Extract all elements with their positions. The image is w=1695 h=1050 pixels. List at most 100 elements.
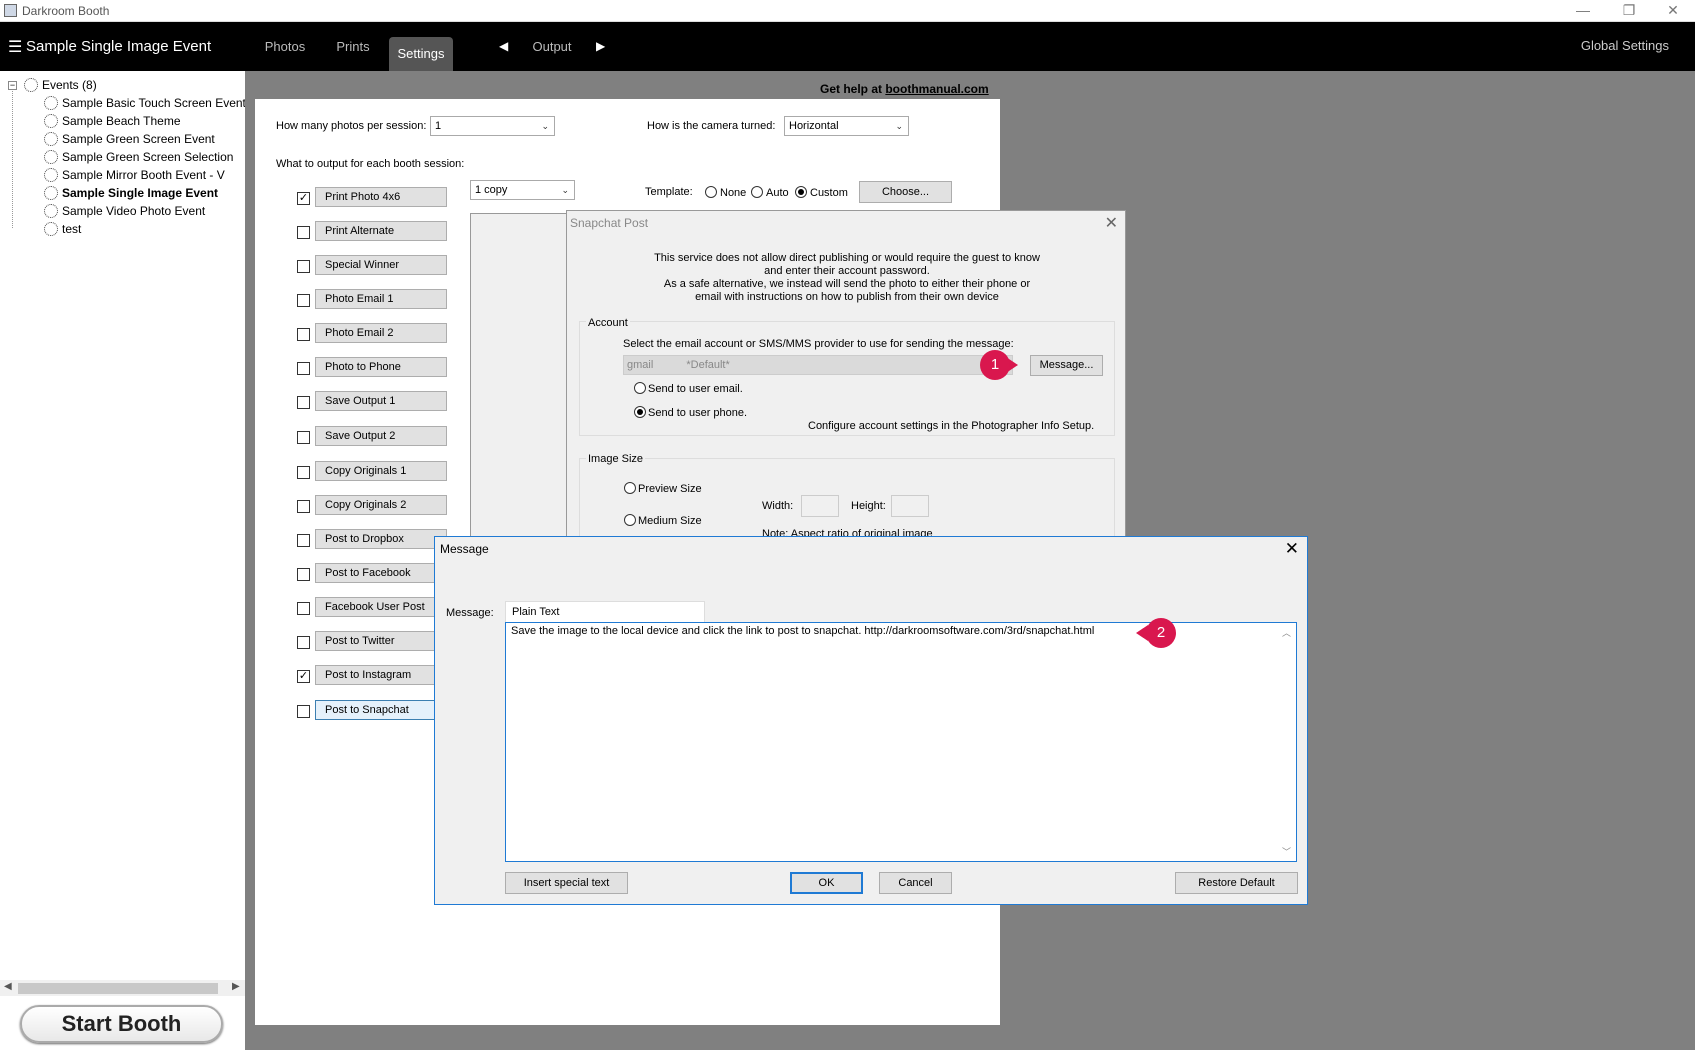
output-settings-button[interactable]: Photo to Phone (315, 357, 447, 377)
account-group-title: Account (586, 317, 630, 329)
template-auto-radio[interactable] (751, 186, 763, 198)
output-settings-button[interactable]: Post to Twitter (315, 631, 447, 651)
medium-size-radio[interactable] (624, 514, 636, 526)
tree-item[interactable]: test (44, 220, 81, 238)
tree-item[interactable]: Sample Green Screen Event (44, 130, 215, 148)
camera-turned-select[interactable]: Horizontal ⌄ (784, 116, 909, 136)
message-button[interactable]: Message... (1030, 355, 1103, 376)
copies-select[interactable]: 1 copy ⌄ (470, 180, 575, 200)
output-settings-button[interactable]: Print Alternate (315, 221, 447, 241)
textarea-scrollbar[interactable]: ︿ ﹀ (1279, 624, 1295, 860)
preview-size-radio[interactable] (624, 482, 636, 494)
restore-default-button[interactable]: Restore Default (1175, 872, 1298, 894)
next-arrow-icon[interactable]: ▶ (596, 39, 605, 53)
restore-icon[interactable]: ❐ (1606, 0, 1652, 22)
scroll-left-icon[interactable]: ◀ (4, 981, 12, 992)
height-label: Height: (851, 500, 886, 512)
output-checkbox[interactable] (297, 294, 310, 307)
output-settings-button[interactable]: Post to Facebook (315, 563, 447, 583)
tab-settings[interactable]: Settings (389, 37, 453, 71)
output-checkbox[interactable] (297, 534, 310, 547)
output-settings-button[interactable]: Post to Instagram (315, 665, 447, 685)
output-checkbox[interactable]: ✓ (297, 670, 310, 683)
output-settings-button[interactable]: Post to Snapchat (315, 700, 447, 720)
output-settings-button[interactable]: Photo Email 2 (315, 323, 447, 343)
tree-collapse-icon[interactable]: − (8, 81, 17, 90)
output-checkbox[interactable] (297, 568, 310, 581)
tree-item[interactable]: Sample Video Photo Event (44, 202, 205, 220)
global-settings-link[interactable]: Global Settings (1581, 38, 1669, 53)
format-tab-plain-text[interactable]: Plain Text (505, 601, 705, 622)
tree-root-events[interactable]: Events (8) (24, 76, 97, 94)
tree-item[interactable]: Sample Beach Theme (44, 112, 181, 130)
output-settings-button[interactable]: Save Output 1 (315, 391, 447, 411)
start-booth-button[interactable]: Start Booth (20, 1005, 223, 1043)
window-title: Darkroom Booth (22, 4, 110, 18)
output-settings-button[interactable]: Facebook User Post (315, 597, 447, 617)
cancel-button[interactable]: Cancel (879, 872, 952, 894)
output-checkbox[interactable]: ✓ (297, 192, 310, 205)
send-phone-radio[interactable] (634, 406, 646, 418)
help-link[interactable]: boothmanual.com (885, 82, 988, 96)
output-settings-button[interactable]: Print Photo 4x6 (315, 187, 447, 207)
copies-value: 1 copy (475, 184, 508, 196)
intro-line: email with instructions on how to publis… (695, 291, 999, 303)
output-settings-button[interactable]: Special Winner (315, 255, 447, 275)
scroll-right-icon[interactable]: ▶ (232, 981, 240, 992)
event-icon (44, 132, 58, 146)
send-phone-label: Send to user phone. (648, 407, 748, 419)
output-checkbox[interactable] (297, 466, 310, 479)
send-email-label: Send to user email. (648, 383, 743, 395)
tab-photos[interactable]: Photos (260, 22, 310, 71)
close-icon[interactable]: ✕ (1105, 213, 1118, 233)
ok-button[interactable]: OK (790, 872, 863, 894)
minimize-icon[interactable]: — (1560, 0, 1606, 22)
provider-select[interactable]: gmail *Default* (623, 355, 1013, 375)
output-checkbox[interactable] (297, 396, 310, 409)
choose-template-button[interactable]: Choose... (859, 181, 952, 203)
tab-prints[interactable]: Prints (328, 22, 378, 71)
output-checkbox[interactable] (297, 705, 310, 718)
hamburger-menu-icon[interactable]: ☰ (8, 40, 22, 56)
height-field[interactable] (891, 495, 929, 517)
message-textarea[interactable]: Save the image to the local device and c… (505, 622, 1297, 862)
dialog-title: Message (440, 542, 489, 556)
send-email-radio[interactable] (634, 382, 646, 394)
prev-arrow-icon[interactable]: ◀ (499, 39, 508, 53)
intro-line: This service does not allow direct publi… (654, 252, 1040, 264)
output-checkbox[interactable] (297, 260, 310, 273)
scroll-down-icon[interactable]: ﹀ (1282, 845, 1291, 858)
chevron-down-icon: ⌄ (541, 121, 549, 131)
output-checkbox[interactable] (297, 500, 310, 513)
tree-item-label: Sample Beach Theme (62, 114, 181, 128)
output-checkbox[interactable] (297, 328, 310, 341)
tab-output[interactable]: Output (525, 22, 579, 71)
template-custom-radio[interactable] (795, 186, 807, 198)
output-checkbox[interactable] (297, 431, 310, 444)
close-icon[interactable]: ✕ (1285, 539, 1299, 559)
output-checkbox[interactable] (297, 602, 310, 615)
photos-per-session-label: How many photos per session: (276, 120, 427, 132)
output-settings-button[interactable]: Copy Originals 1 (315, 461, 447, 481)
output-settings-button[interactable]: Save Output 2 (315, 426, 447, 446)
width-field[interactable] (801, 495, 839, 517)
output-checkbox[interactable] (297, 636, 310, 649)
tree-horizontal-scrollbar[interactable]: ◀ ▶ (0, 980, 245, 996)
template-none-radio[interactable] (705, 186, 717, 198)
photos-per-session-select[interactable]: 1 ⌄ (430, 116, 555, 136)
scroll-up-icon[interactable]: ︿ (1282, 626, 1291, 639)
provider-default: *Default* (686, 359, 730, 371)
tree-item[interactable]: Sample Basic Touch Screen Event (44, 94, 246, 112)
tree-item[interactable]: Sample Green Screen Selection (44, 148, 233, 166)
close-window-icon[interactable]: ✕ (1650, 0, 1695, 22)
output-settings-button[interactable]: Post to Dropbox (315, 529, 447, 549)
output-checkbox[interactable] (297, 362, 310, 375)
output-settings-button[interactable]: Copy Originals 2 (315, 495, 447, 515)
insert-special-text-button[interactable]: Insert special text (505, 872, 628, 894)
template-preview (470, 213, 568, 538)
output-settings-button[interactable]: Photo Email 1 (315, 289, 447, 309)
tree-item-selected[interactable]: Sample Single Image Event (44, 184, 218, 202)
scroll-thumb[interactable] (18, 983, 218, 994)
tree-item[interactable]: Sample Mirror Booth Event - V (44, 166, 225, 184)
output-checkbox[interactable] (297, 226, 310, 239)
